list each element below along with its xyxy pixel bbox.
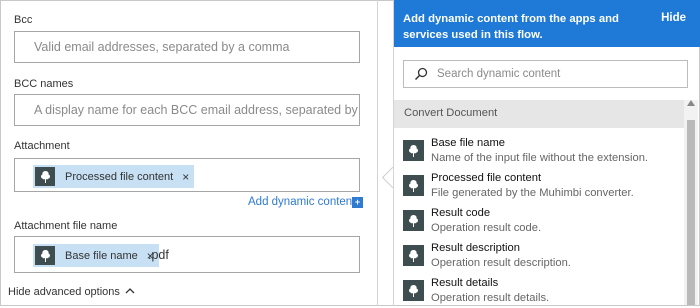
attachment-file-name-label: Attachment file name bbox=[14, 220, 118, 232]
scroll-up-arrow-icon[interactable] bbox=[687, 100, 695, 106]
email-advanced-options-form: Bcc Valid email addresses, separated by … bbox=[0, 0, 378, 306]
file-extension-text: .pdf bbox=[148, 248, 169, 262]
add-dynamic-content-link[interactable]: Add dynamic content bbox=[248, 196, 355, 208]
item-description: Operation result details. bbox=[431, 292, 550, 304]
chevron-up-icon bbox=[125, 288, 135, 294]
attachment-input[interactable]: Processed file content × bbox=[14, 158, 360, 192]
bcc-names-label: BCC names bbox=[14, 78, 74, 90]
token-label: Processed file content bbox=[65, 170, 174, 183]
tree-icon bbox=[35, 246, 55, 265]
item-title: Result code bbox=[431, 207, 491, 219]
tree-icon bbox=[403, 140, 424, 161]
token-label: Base file name bbox=[65, 249, 138, 262]
group-title: Convert Document bbox=[404, 107, 498, 119]
item-description: Name of the input file without the exten… bbox=[431, 152, 649, 164]
bcc-placeholder: Valid email addresses, separated by a co… bbox=[34, 40, 290, 54]
item-description: Operation result description. bbox=[431, 257, 571, 269]
search-icon bbox=[414, 67, 428, 81]
search-placeholder: Search dynamic content bbox=[437, 68, 561, 80]
item-description: File generated by the Muhimbi converter. bbox=[431, 187, 634, 199]
item-title: Processed file content bbox=[431, 172, 542, 184]
panel-title: Add dynamic content from the apps and se… bbox=[403, 13, 619, 41]
dynamic-item-base-file-name[interactable]: Base file name Name of the input file wi… bbox=[397, 134, 683, 168]
add-icon[interactable]: + bbox=[352, 197, 363, 208]
hide-panel-button[interactable]: Hide bbox=[661, 12, 686, 24]
item-description: Operation result code. bbox=[431, 222, 542, 234]
tree-icon bbox=[35, 167, 55, 186]
scrollbar-thumb[interactable] bbox=[687, 120, 695, 305]
tree-icon bbox=[403, 280, 424, 301]
dynamic-item-result-details[interactable]: Result details Operation result details. bbox=[397, 274, 683, 308]
panel-header: Add dynamic content from the apps and se… bbox=[394, 0, 700, 47]
search-dynamic-content-input[interactable]: Search dynamic content bbox=[403, 60, 688, 88]
group-header-convert-document: Convert Document bbox=[394, 100, 684, 128]
remove-token-icon[interactable]: × bbox=[182, 170, 189, 184]
bcc-names-input[interactable]: A display name for each BCC email addres… bbox=[14, 94, 360, 126]
item-title: Result details bbox=[431, 277, 499, 289]
base-file-name-token[interactable]: Base file name × bbox=[33, 244, 159, 267]
tree-icon bbox=[403, 210, 424, 231]
dynamic-item-result-code[interactable]: Result code Operation result code. bbox=[397, 204, 683, 238]
attachment-file-name-input[interactable]: Base file name × .pdf bbox=[14, 236, 360, 273]
tree-icon bbox=[403, 175, 424, 196]
hide-advanced-options-link[interactable]: Hide advanced options bbox=[8, 286, 135, 298]
item-title: Base file name bbox=[431, 137, 506, 149]
dynamic-content-panel: Add dynamic content from the apps and se… bbox=[393, 0, 700, 306]
attachment-label: Attachment bbox=[14, 140, 70, 152]
bcc-label: Bcc bbox=[14, 14, 33, 26]
bcc-names-placeholder: A display name for each BCC email addres… bbox=[34, 103, 358, 117]
panel-scrollbar[interactable] bbox=[684, 100, 698, 305]
item-title: Result description bbox=[431, 242, 520, 254]
tree-icon bbox=[403, 245, 424, 266]
hide-advanced-options-label: Hide advanced options bbox=[8, 286, 120, 298]
dynamic-item-processed-file-content[interactable]: Processed file content File generated by… bbox=[397, 169, 683, 203]
processed-file-content-token[interactable]: Processed file content × bbox=[33, 165, 195, 188]
dynamic-item-result-description[interactable]: Result description Operation result desc… bbox=[397, 239, 683, 273]
bcc-input[interactable]: Valid email addresses, separated by a co… bbox=[14, 31, 360, 63]
